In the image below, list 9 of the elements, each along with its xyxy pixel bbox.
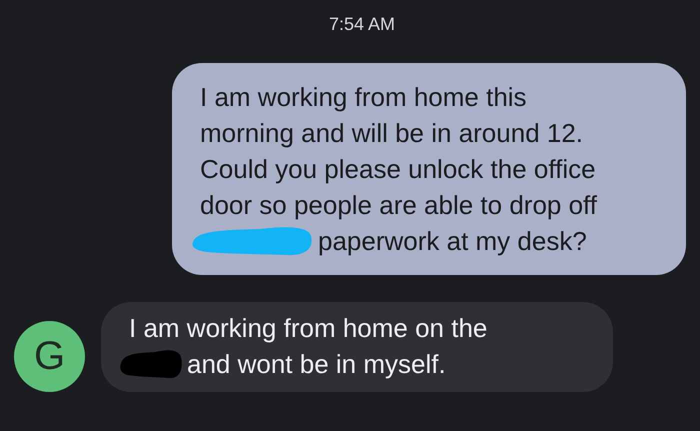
message-text: I am working from home this (200, 81, 527, 114)
message-text: door so people are able to drop off (200, 189, 598, 222)
message-text: Could you please unlock the office (200, 153, 596, 186)
message-text: I am working from home on the (129, 312, 488, 345)
message-text: paperwork at my desk? (318, 225, 587, 258)
contact-avatar[interactable]: G (14, 321, 85, 392)
message-text: and wont be in myself. (187, 348, 446, 381)
message-timestamp: 7:54 AM (328, 14, 396, 35)
message-text: morning and will be in around 12. (200, 117, 584, 150)
